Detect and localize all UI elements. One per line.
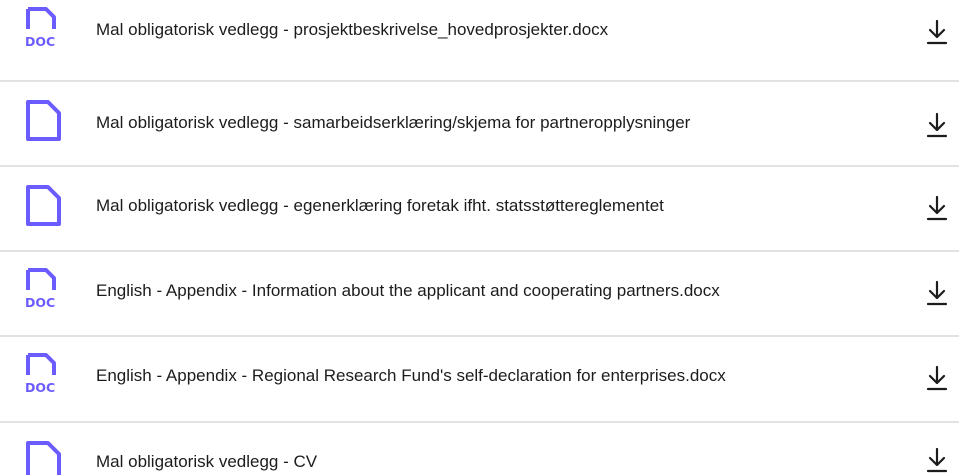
file-row-2[interactable]: Mal obligatorisk vedlegg - egenerklæring… bbox=[0, 169, 959, 253]
row-divider bbox=[0, 335, 959, 337]
attachment-file-list: DOC Mal obligatorisk vedlegg - prosjektb… bbox=[0, 0, 959, 475]
blank-file-icon bbox=[24, 440, 64, 475]
file-row-3[interactable]: DOC English - Appendix - Information abo… bbox=[0, 254, 959, 338]
blank-file-icon bbox=[24, 99, 64, 143]
file-row-4[interactable]: DOC English - Appendix - Regional Resear… bbox=[0, 339, 959, 423]
file-row-5[interactable]: Mal obligatorisk vedlegg - CV bbox=[0, 425, 959, 475]
file-name-link[interactable]: Mal obligatorisk vedlegg - samarbeidserk… bbox=[96, 111, 690, 135]
file-row-1[interactable]: Mal obligatorisk vedlegg - samarbeidserk… bbox=[0, 84, 959, 168]
download-arrow-icon[interactable] bbox=[926, 365, 948, 391]
doc-badge-label: DOC bbox=[25, 295, 55, 310]
row-divider bbox=[0, 250, 959, 252]
doc-file-icon: DOC bbox=[24, 6, 64, 50]
doc-badge-label: DOC bbox=[25, 34, 55, 49]
row-divider bbox=[0, 165, 959, 167]
file-name-link[interactable]: Mal obligatorisk vedlegg - prosjektbeskr… bbox=[96, 18, 608, 42]
row-divider bbox=[0, 80, 959, 82]
file-name-link[interactable]: English - Appendix - Regional Research F… bbox=[96, 364, 726, 388]
file-name-link[interactable]: English - Appendix - Information about t… bbox=[96, 279, 720, 303]
download-arrow-icon[interactable] bbox=[926, 19, 948, 45]
download-arrow-icon[interactable] bbox=[926, 447, 948, 473]
file-name-link[interactable]: Mal obligatorisk vedlegg - CV bbox=[96, 450, 317, 474]
download-arrow-icon[interactable] bbox=[926, 112, 948, 138]
doc-badge-label: DOC bbox=[25, 380, 55, 395]
file-name-link[interactable]: Mal obligatorisk vedlegg - egenerklæring… bbox=[96, 194, 664, 218]
file-row-0[interactable]: DOC Mal obligatorisk vedlegg - prosjektb… bbox=[0, 0, 959, 84]
download-arrow-icon[interactable] bbox=[926, 280, 948, 306]
download-arrow-icon[interactable] bbox=[926, 195, 948, 221]
row-divider bbox=[0, 421, 959, 423]
doc-file-icon: DOC bbox=[24, 352, 64, 396]
doc-file-icon: DOC bbox=[24, 267, 64, 311]
blank-file-icon bbox=[24, 184, 64, 228]
